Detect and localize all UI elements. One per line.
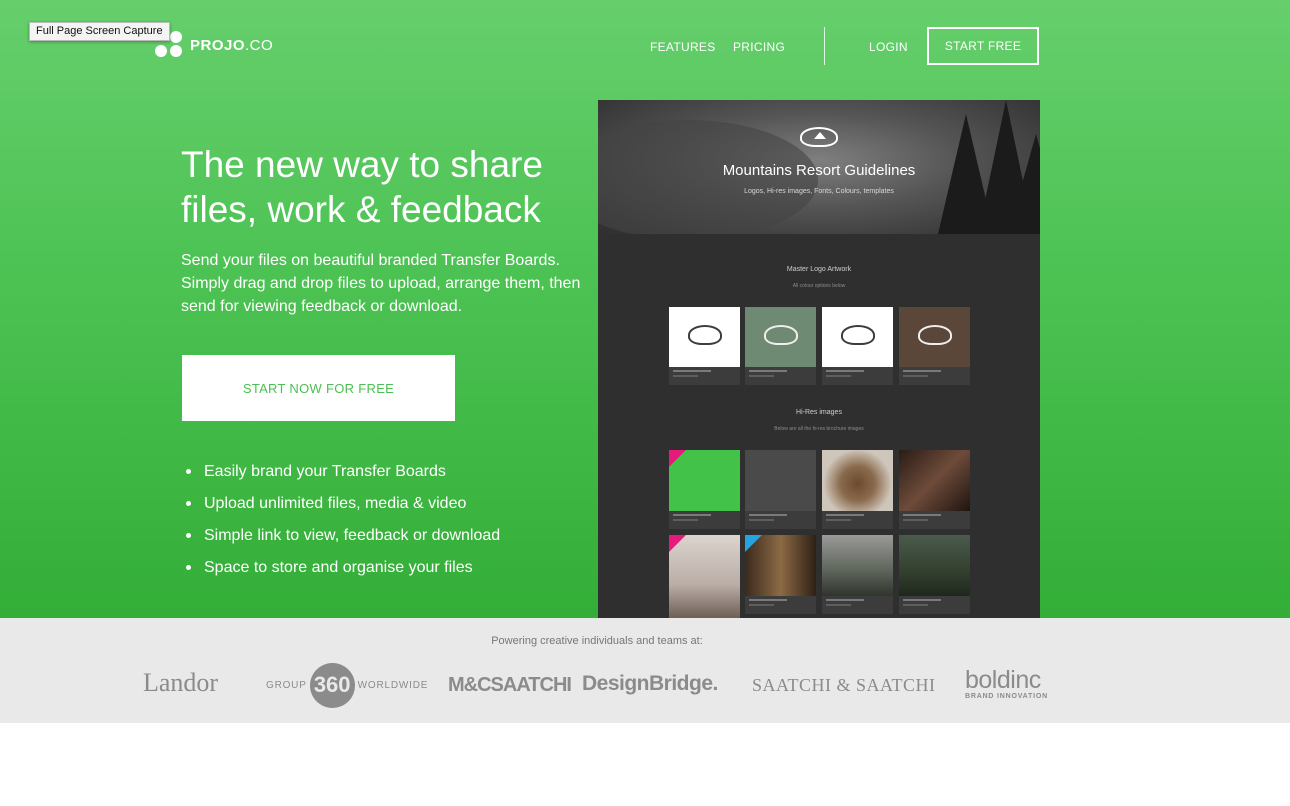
start-now-button[interactable]: START NOW FOR FREE [182,355,455,421]
hero-subcopy: Send your files on beautiful branded Tra… [181,252,581,315]
image-tile [822,450,893,529]
feature-list: Easily brand your Transfer Boards Upload… [186,456,500,584]
group360-logo-right: WORLDWIDE [357,679,429,691]
boldinc-wordmark: boldinc [965,666,1041,694]
logo-tile [899,307,970,385]
image-tile [899,450,970,529]
screen-capture-tooltip: Full Page Screen Capture [29,22,170,41]
mountains-logo-icon [764,325,798,345]
mountains-logo-icon [841,325,875,345]
nav-features-link[interactable]: FEATURES [650,40,716,54]
nav-login-link[interactable]: LOGIN [869,40,908,54]
nav-pricing-link[interactable]: PRICING [733,40,785,54]
start-free-button[interactable]: START FREE [927,27,1039,65]
logo-tile [745,307,816,385]
group360-logo-left: GROUP [266,679,307,691]
preview-section-subtitle: All colour options below [792,283,846,289]
image-tile [899,535,970,614]
mcsaatchi-logo: M&CSAATCHI [448,674,572,696]
transfer-board-preview: Mountains Resort Guidelines Logos, Hi-re… [598,100,1040,618]
image-tile [822,535,893,614]
logo-wordmark: PROJO.CO [190,37,273,54]
hero-section: PROJO.CO FEATURES PRICING LOGIN START FR… [0,0,1290,618]
mountains-logo-icon [918,325,952,345]
landor-logo: Landor [143,668,219,697]
preview-section-title: Master Logo Artwork [786,266,852,273]
selected-corner-icon [669,450,686,467]
designbridge-logo: DesignBridge. [582,672,718,695]
boldinc-tagline: BRAND INNOVATION [965,693,1048,700]
logo-tile [669,307,740,385]
group360-logo: GROUP 360 WORLDWIDE [266,662,428,708]
hero-headline: The new way to share files, work & feedb… [181,144,543,230]
preview-tagline: Logos, Hi-res images, Fonts, Colours, te… [744,188,894,195]
feature-item: Upload unlimited files, media & video [186,488,500,520]
clients-caption: Powering creative individuals and teams … [491,635,703,647]
saatchi-logo: SAATCHI & SAATCHI [752,675,936,695]
logo-wordmark-rest: .CO [245,36,274,54]
image-tile [669,450,740,529]
feature-item: Space to store and organise your files [186,552,500,584]
projo-logo[interactable]: PROJO.CO [152,30,273,60]
feature-item: Simple link to view, feedback or downloa… [186,520,500,552]
image-tile [745,535,816,614]
preview-section-subtitle: Below are all the hi-res brochure images [774,426,864,432]
mountains-logo-icon [688,325,722,345]
image-tile [745,450,816,529]
preview-title: Mountains Resort Guidelines [722,162,916,179]
mountains-badge-icon [800,127,838,147]
boldinc-logo: boldinc BRAND INNOVATION [965,667,1048,700]
preview-section-title: Hi-Res images [796,409,842,416]
clients-band: Powering creative individuals and teams … [0,618,1290,723]
selected-corner-icon [745,535,762,552]
logo-tile [822,307,893,385]
feature-item: Easily brand your Transfer Boards [186,456,500,488]
group360-logo-disc: 360 [309,662,355,708]
selected-corner-icon [669,535,686,552]
image-tile [669,535,740,618]
logo-wordmark-bold: PROJO [190,36,246,54]
nav-divider [824,27,825,65]
